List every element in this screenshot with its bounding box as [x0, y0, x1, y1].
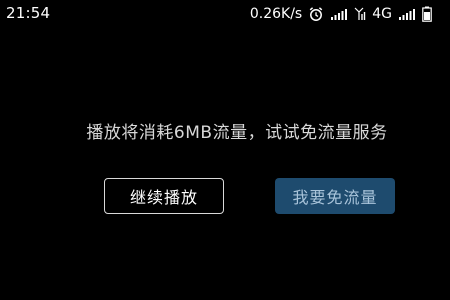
status-time: 21:54: [6, 4, 51, 22]
network-speed: 0.26K/s: [249, 6, 303, 22]
signal-icon: [330, 7, 348, 21]
battery-icon: [422, 6, 432, 22]
status-bar: 21:54 0.26K/s 4G: [0, 0, 450, 28]
free-data-button[interactable]: 我要免流量: [275, 178, 395, 214]
data-usage-message: 播放将消耗6MB流量，试试免流量服务: [86, 123, 388, 143]
alarm-icon: [308, 6, 324, 22]
signal-icon: [354, 7, 366, 21]
signal-icon: [398, 7, 416, 21]
network-type: 4G: [372, 6, 392, 22]
status-indicators: 0.26K/s 4G: [250, 4, 432, 24]
continue-play-button[interactable]: 继续播放: [104, 178, 224, 214]
